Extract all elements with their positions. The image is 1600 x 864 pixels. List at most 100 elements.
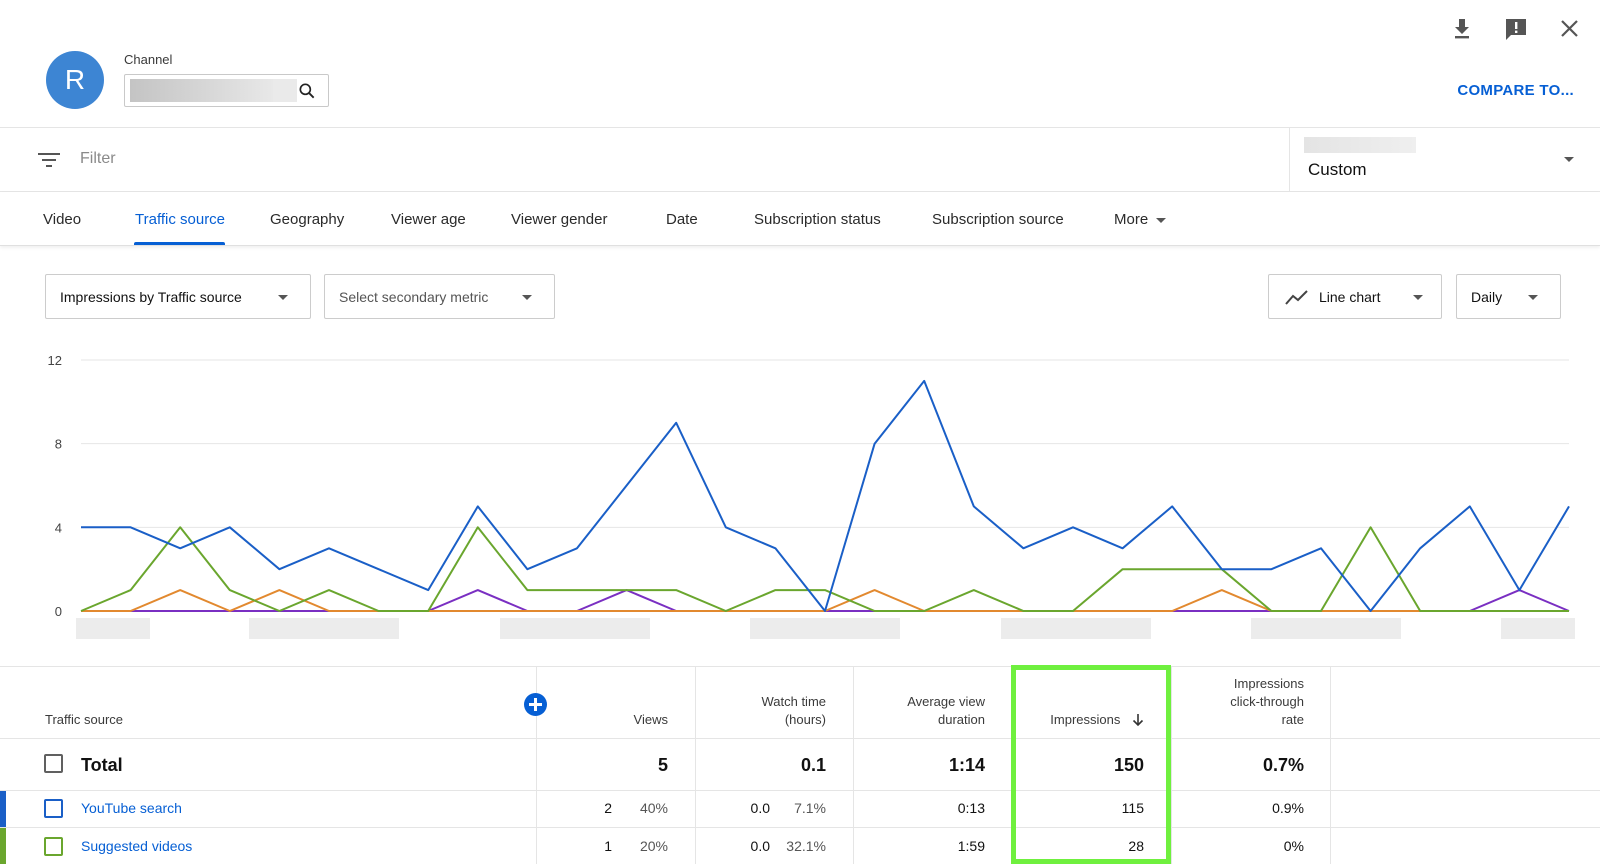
row-avd: 1:59 xyxy=(957,838,985,854)
row-checkbox[interactable] xyxy=(44,799,63,818)
col-divider xyxy=(1171,667,1172,864)
tab-more[interactable]: More xyxy=(1114,211,1167,228)
header-watch-time-line2: (hours) xyxy=(784,712,826,727)
interval-value: Daily xyxy=(1471,289,1503,305)
date-range-select[interactable]: Custom xyxy=(1289,128,1600,192)
caret-down-icon xyxy=(1528,295,1538,300)
header-avd-line1: Average view xyxy=(907,694,985,709)
tab-more-label: More xyxy=(1114,211,1149,228)
tab-traffic-source[interactable]: Traffic source xyxy=(135,211,225,228)
caret-down-icon xyxy=(1156,217,1167,223)
series-color-bar xyxy=(0,828,6,864)
row-label-youtube-search[interactable]: YouTube search xyxy=(81,800,182,816)
row-avd: 0:13 xyxy=(957,800,985,816)
header-traffic-source: Traffic source xyxy=(45,712,124,727)
impressions-line-chart: 12 8 4 0 xyxy=(48,353,1575,639)
row-checkbox[interactable] xyxy=(44,837,63,856)
active-tab-indicator xyxy=(134,242,225,245)
total-ctr: 0.7% xyxy=(1262,755,1304,775)
compare-to-button[interactable]: COMPARE TO... xyxy=(1457,82,1574,99)
header-ctr[interactable]: Impressions click-through rate xyxy=(1230,675,1304,729)
header-average-view-duration[interactable]: Average view duration xyxy=(907,693,985,729)
tab-video[interactable]: Video xyxy=(43,211,81,228)
tab-geography[interactable]: Geography xyxy=(270,211,344,228)
header-impressions-label: Impressions xyxy=(1050,712,1121,727)
dimension-tabs: Video Traffic source Geography Viewer ag… xyxy=(0,192,1600,246)
row-divider xyxy=(0,827,1600,828)
chart-type-select[interactable]: Line chart xyxy=(1268,274,1442,319)
col-divider xyxy=(1330,667,1331,864)
total-watch-time: 0.1 xyxy=(800,755,826,775)
y-tick-label: 8 xyxy=(55,437,62,452)
header-ctr-line3: rate xyxy=(1281,712,1304,727)
x-tick-label-redacted xyxy=(500,618,650,639)
header-views[interactable]: Views xyxy=(634,711,668,729)
channel-avatar: R xyxy=(46,51,104,109)
row-divider xyxy=(0,790,1600,791)
x-tick-label-redacted xyxy=(1001,618,1151,639)
row-impressions: 28 xyxy=(1128,838,1144,854)
search-icon[interactable] xyxy=(297,81,317,101)
traffic-source-table: Traffic source Views Watch time (hours) … xyxy=(0,666,1600,864)
line-chart-icon xyxy=(1285,290,1308,305)
date-range-redacted xyxy=(1304,137,1416,153)
close-icon[interactable] xyxy=(1558,16,1582,42)
y-tick-label: 0 xyxy=(55,604,62,619)
total-impressions: 150 xyxy=(1113,755,1144,775)
header-ctr-line1: Impressions xyxy=(1233,676,1304,691)
caret-down-icon xyxy=(278,295,288,300)
filter-input[interactable]: Filter xyxy=(80,150,116,168)
tab-date[interactable]: Date xyxy=(666,211,698,228)
row-divider xyxy=(0,738,1600,739)
row-watch-time: 0.0 xyxy=(750,838,770,854)
primary-metric-value: Impressions by Traffic source xyxy=(60,289,242,305)
filter-icon[interactable] xyxy=(38,152,60,168)
header-avd-line2: duration xyxy=(938,712,985,727)
date-range-value: Custom xyxy=(1308,160,1367,179)
x-tick-label-redacted xyxy=(750,618,900,639)
col-divider xyxy=(853,667,854,864)
row-views: 1 xyxy=(604,838,612,854)
report-header: R Channel COMPARE TO... xyxy=(0,0,1600,128)
caret-down-icon xyxy=(522,295,532,300)
tab-viewer-age[interactable]: Viewer age xyxy=(391,211,466,228)
chart-type-value: Line chart xyxy=(1319,289,1381,305)
total-avd: 1:14 xyxy=(948,755,985,775)
col-divider xyxy=(1011,667,1012,864)
sort-arrow-down-icon xyxy=(1132,714,1144,727)
series-line xyxy=(81,379,1570,612)
primary-metric-select[interactable]: Impressions by Traffic source xyxy=(45,274,311,319)
row-ctr: 0% xyxy=(1283,838,1304,854)
y-tick-label: 12 xyxy=(48,353,62,368)
tab-subscription-status[interactable]: Subscription status xyxy=(754,211,881,228)
row-views: 2 xyxy=(604,800,612,816)
series-color-bar xyxy=(0,791,6,827)
interval-select[interactable]: Daily xyxy=(1456,274,1561,319)
total-checkbox[interactable] xyxy=(44,754,63,773)
filter-bar: Filter Custom xyxy=(0,128,1600,192)
series-line xyxy=(80,526,1569,612)
row-views-pct: 20% xyxy=(639,838,668,854)
channel-search-input[interactable] xyxy=(124,74,329,107)
col-divider xyxy=(695,667,696,864)
x-tick-label-redacted xyxy=(1251,618,1401,639)
header-watch-time[interactable]: Watch time (hours) xyxy=(761,693,826,729)
total-label: Total xyxy=(81,755,123,775)
secondary-metric-select[interactable]: Select secondary metric xyxy=(324,274,555,319)
add-metric-icon[interactable] xyxy=(524,693,547,716)
feedback-icon[interactable] xyxy=(1503,16,1529,42)
tab-subscription-source[interactable]: Subscription source xyxy=(932,211,1064,228)
row-label-suggested-videos[interactable]: Suggested videos xyxy=(81,838,192,854)
channel-name-redacted xyxy=(130,79,273,102)
row-ctr: 0.9% xyxy=(1272,800,1304,816)
row-watch-pct: 7.1% xyxy=(794,800,826,816)
header-watch-time-line1: Watch time xyxy=(761,694,826,709)
x-tick-label-redacted xyxy=(76,618,150,639)
avatar-letter: R xyxy=(64,64,86,95)
x-tick-label-redacted xyxy=(249,618,399,639)
download-icon[interactable] xyxy=(1450,16,1474,42)
secondary-metric-placeholder: Select secondary metric xyxy=(339,289,489,305)
header-impressions[interactable]: Impressions xyxy=(1050,711,1144,729)
x-tick-label-redacted xyxy=(1501,618,1575,639)
tab-viewer-gender[interactable]: Viewer gender xyxy=(511,211,607,228)
